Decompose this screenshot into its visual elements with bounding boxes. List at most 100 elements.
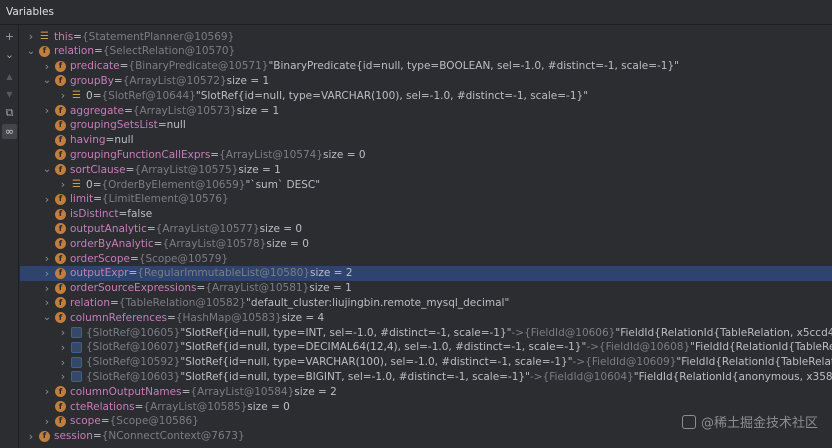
variable-value: size = 0 — [266, 237, 309, 250]
collapse-arrow-icon[interactable]: ⌄ — [42, 164, 52, 175]
tree-row[interactable]: f groupingSetsList = null — [20, 118, 832, 133]
expand-arrow-icon[interactable]: › — [42, 60, 52, 73]
object-reference: {RegularImmutableList@10580} — [137, 267, 310, 280]
variable-name: outputAnalytic — [70, 222, 147, 235]
field-icon: f — [55, 415, 66, 427]
field-icon: f — [55, 149, 66, 161]
variable-value: size = 0 — [259, 222, 303, 235]
tree-row[interactable]: f groupingFunctionCallExprs = {ArrayList@… — [20, 147, 832, 162]
field-icon: f — [55, 134, 66, 146]
object-reference: {ArrayList@10574} — [219, 148, 324, 161]
glasses-button[interactable]: ∞ — [2, 124, 17, 139]
variable-name: orderByAnalytic — [70, 237, 154, 250]
tree-row[interactable]: › f outputExpr = {RegularImmutableList@105… — [20, 265, 832, 281]
tree-row[interactable]: ⌄ f groupBy = {ArrayList@10572} size = 1 — [20, 73, 832, 88]
field-icon: f — [55, 208, 66, 220]
expand-arrow-icon[interactable]: › — [26, 430, 36, 443]
expand-arrow-icon[interactable]: › — [42, 193, 52, 206]
equals-sign: = — [92, 430, 102, 443]
copy-button[interactable]: ⧉ — [2, 105, 17, 120]
expand-arrow-icon[interactable]: › — [58, 89, 68, 102]
variable-name: this — [54, 30, 74, 43]
expand-arrow-icon[interactable]: › — [58, 341, 68, 354]
variable-value: "SlotRef{id=null, type=VARCHAR(100), sel… — [195, 89, 589, 102]
collapse-arrow-icon[interactable]: ⌄ — [42, 75, 52, 86]
variable-name: relation — [54, 45, 95, 58]
variable-value: "SlotRef{id=null, type=INT, sel=-1.0, #d… — [180, 326, 512, 339]
tree-row[interactable]: › {SlotRef@10592} "SlotRef{id=null, type=… — [20, 355, 832, 370]
tree-row[interactable]: › {SlotRef@10603} "SlotRef{id=null, type=… — [20, 369, 832, 384]
debugger-toolbar: + ⌄ ▲ ▼ ⧉ ∞ — [0, 25, 19, 448]
expand-arrow-icon[interactable]: › — [42, 267, 52, 280]
tree-row[interactable]: › ☰ 0 = {OrderByElement@10659} "`sum` DESC… — [20, 177, 832, 192]
move-up-button[interactable]: ▲ — [2, 69, 17, 84]
collapse-arrow-icon[interactable]: ⌄ — [26, 46, 36, 57]
expand-arrow-icon[interactable]: › — [42, 415, 52, 428]
object-reference: {Scope@10579} — [138, 252, 229, 265]
expand-arrow-icon[interactable]: › — [58, 326, 68, 339]
variable-name: columnReferences — [70, 311, 167, 324]
map-value-reference: {FieldId@10609} — [585, 356, 677, 369]
tree-row[interactable]: ⌄ f columnReferences = {HashMap@10583} siz… — [20, 310, 832, 325]
field-icon: f — [55, 253, 66, 264]
object-reference: {ArrayList@10578} — [162, 237, 267, 250]
tree-row[interactable]: › f aggregate = {ArrayList@10573} size = 1 — [20, 103, 832, 118]
expand-arrow-icon[interactable]: › — [42, 252, 52, 265]
map-entry-icon — [71, 356, 82, 368]
glasses-icon: ∞ — [4, 125, 15, 138]
tree-row[interactable]: f having = null — [20, 133, 832, 148]
equals-sign: = — [134, 400, 144, 413]
equals-sign: = — [118, 208, 128, 221]
expand-arrow-icon[interactable]: › — [42, 104, 52, 117]
tree-row[interactable]: f isDistinct = false — [20, 207, 832, 222]
object-reference: {NConnectContext@7673} — [101, 430, 245, 443]
tree-row[interactable]: › f orderSourceExpressions = {ArrayList@10… — [20, 281, 832, 296]
move-down-button[interactable]: ▼ — [2, 87, 17, 102]
expand-arrow-icon[interactable]: › — [58, 178, 68, 191]
equals-sign: = — [124, 104, 133, 117]
expand-arrow-icon[interactable]: › — [42, 282, 52, 295]
map-value: "FieldId{RelationId{TableRelation, x5ccd… — [615, 326, 832, 339]
tree-row[interactable]: ⌄ f relation = {SelectRelation@10570} — [20, 44, 832, 59]
variable-value: null — [166, 119, 186, 132]
variable-name: scope — [70, 415, 101, 428]
tree-row[interactable]: › f orderScope = {Scope@10579} — [20, 251, 832, 266]
expand-arrow-icon[interactable]: › — [26, 30, 36, 43]
field-icon: f — [55, 297, 66, 309]
field-icon: f — [55, 223, 66, 235]
expand-arrow-icon[interactable]: › — [58, 356, 68, 369]
expand-arrow-icon[interactable]: › — [58, 370, 68, 383]
object-reference: {HashMap@10583} — [175, 311, 282, 324]
object-reference: {SlotRef@10605} — [86, 326, 181, 339]
variable-name: orderSourceExpressions — [70, 282, 197, 295]
variable-value: size = 2 — [309, 267, 353, 280]
tree-row[interactable]: › f predicate = {BinaryPredicate@10571} "B… — [20, 59, 832, 74]
tree-row[interactable]: › ☰ this = {StatementPlanner@10569} — [20, 29, 832, 44]
tree-row[interactable]: › ☰ 0 = {SlotRef@10644} "SlotRef{id=null, … — [20, 88, 832, 103]
variable-value: null — [114, 134, 134, 147]
expand-arrow-icon[interactable]: › — [42, 296, 52, 309]
variable-name: sortClause — [70, 163, 126, 176]
map-entry-icon — [71, 341, 82, 353]
expand-arrow-icon[interactable]: › — [42, 385, 52, 398]
field-icon: f — [55, 401, 66, 412]
tree-row[interactable]: › f columnOutputNames = {ArrayList@10584} … — [20, 384, 832, 399]
field-icon: f — [55, 105, 66, 116]
map-entry-icon — [71, 371, 82, 383]
tree-row[interactable]: ⌄ f sortClause = {ArrayList@10575} size = … — [20, 162, 832, 177]
tree-row[interactable]: › {SlotRef@10607} "SlotRef{id=null, type=… — [20, 340, 832, 355]
tree-row[interactable]: › f relation = {TableRelation@10582} "defa… — [20, 295, 832, 310]
equals-sign: = — [105, 134, 115, 147]
tree-row[interactable]: › {SlotRef@10605} "SlotRef{id=null, type=… — [20, 325, 832, 340]
object-reference: {OrderByElement@10659} — [101, 178, 246, 191]
equals-sign: = — [94, 45, 103, 58]
tree-row[interactable]: › f limit = {LimitElement@10576} — [20, 192, 832, 207]
variable-name: aggregate — [70, 104, 124, 117]
add-watch-button[interactable]: + — [2, 29, 17, 44]
tree-row[interactable]: f orderByAnalytic = {ArrayList@10578} siz… — [20, 236, 832, 251]
equals-sign: = — [128, 267, 138, 280]
collapse-button[interactable]: ⌄ — [2, 47, 17, 62]
collapse-arrow-icon[interactable]: ⌄ — [42, 312, 52, 323]
field-icon: f — [39, 430, 50, 442]
tree-row[interactable]: f outputAnalytic = {ArrayList@10577} size… — [20, 221, 832, 236]
